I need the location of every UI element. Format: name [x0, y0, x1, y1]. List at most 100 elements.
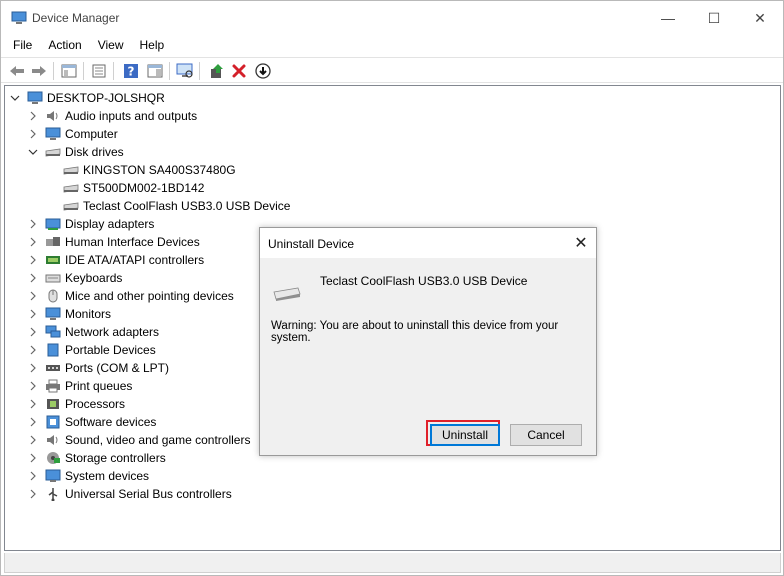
tree-device-label: Teclast CoolFlash USB3.0 USB Device: [83, 199, 291, 213]
tree-category-label: Print queues: [65, 379, 133, 393]
tree-category-row[interactable]: Keyboards: [27, 269, 122, 287]
dialog-close-button[interactable]: ✕: [566, 228, 596, 258]
chevron-right-icon[interactable]: [27, 254, 39, 266]
chevron-right-icon[interactable]: [27, 434, 39, 446]
tree-category-row[interactable]: Monitors: [27, 305, 111, 323]
chevron-right-icon[interactable]: [27, 488, 39, 500]
chevron-right-icon[interactable]: [27, 236, 39, 248]
tree-category-row[interactable]: Audio inputs and outputs: [27, 107, 197, 125]
chevron-right-icon[interactable]: [27, 380, 39, 392]
tree-category-label: System devices: [65, 469, 150, 483]
system-device-icon: [45, 469, 61, 483]
properties-button[interactable]: [89, 61, 109, 81]
chevron-right-icon[interactable]: [27, 110, 39, 122]
tree-category-row[interactable]: Human Interface Devices: [27, 233, 200, 251]
forward-button[interactable]: [29, 61, 49, 81]
chevron-right-icon[interactable]: [27, 218, 39, 230]
chevron-right-icon[interactable]: [27, 362, 39, 374]
drive-icon: [63, 163, 79, 177]
tree-category-row[interactable]: Portable Devices: [27, 341, 156, 359]
tree-device-row[interactable]: Teclast CoolFlash USB3.0 USB Device: [63, 197, 290, 215]
tree-device-label: ST500DM002-1BD142: [83, 181, 205, 195]
speaker-icon: [45, 109, 61, 123]
back-button[interactable]: [7, 61, 27, 81]
menu-action[interactable]: Action: [40, 35, 89, 55]
scan-hardware-icon: [176, 63, 193, 78]
tree-category-row[interactable]: Display adapters: [27, 215, 154, 233]
close-button[interactable]: ✕: [737, 1, 783, 35]
menu-help[interactable]: Help: [132, 35, 173, 55]
chevron-right-icon[interactable]: [27, 128, 39, 140]
tree-root[interactable]: DESKTOP-JOLSHQR: [9, 89, 165, 107]
close-icon: ✕: [574, 235, 588, 252]
tree-category-label: Keyboards: [65, 271, 123, 285]
toolbar-separator: [199, 62, 200, 80]
device-manager-window: Device Manager — ☐ ✕ File Action View He…: [0, 0, 784, 576]
menu-file[interactable]: File: [5, 35, 40, 55]
menu-view[interactable]: View: [90, 35, 132, 55]
tree-category-label: IDE ATA/ATAPI controllers: [65, 253, 205, 267]
tree-category-row[interactable]: Processors: [27, 395, 125, 413]
scan-hardware-button[interactable]: [175, 61, 195, 81]
minimize-button[interactable]: —: [645, 1, 691, 35]
menu-bar: File Action View Help: [1, 35, 783, 55]
usb-icon: [45, 487, 61, 501]
show-hide-icon: [61, 64, 77, 78]
maximize-button[interactable]: ☐: [691, 1, 737, 35]
maximize-icon: ☐: [707, 9, 721, 26]
chevron-right-icon[interactable]: [27, 326, 39, 338]
chevron-right-icon[interactable]: [27, 290, 39, 302]
toolbar: ?: [1, 57, 783, 83]
display-adapter-icon: [45, 217, 61, 231]
cancel-button[interactable]: Cancel: [510, 424, 582, 446]
tree-category-row[interactable]: IDE ATA/ATAPI controllers: [27, 251, 204, 269]
uninstall-device-dialog: Uninstall Device ✕ Teclast CoolFlash USB…: [259, 227, 597, 456]
tree-category-label: Human Interface Devices: [65, 235, 200, 249]
uninstall-button[interactable]: Uninstall: [430, 424, 500, 446]
tree-category-row[interactable]: Storage controllers: [27, 449, 166, 467]
chevron-right-icon[interactable]: [27, 416, 39, 428]
monitor-icon: [45, 127, 61, 141]
tree-device-row[interactable]: ST500DM002-1BD142: [63, 179, 204, 197]
status-bar: [4, 553, 781, 573]
tree-category-row[interactable]: Network adapters: [27, 323, 159, 341]
dialog-title: Uninstall Device: [268, 237, 355, 251]
action-pane-button[interactable]: [145, 61, 165, 81]
tree-category-row[interactable]: Computer: [27, 125, 118, 143]
chevron-right-icon[interactable]: [27, 470, 39, 482]
toolbar-separator: [169, 62, 170, 80]
drive-icon: [45, 145, 61, 159]
hid-icon: [45, 235, 61, 249]
forward-icon: [32, 66, 46, 76]
tree-category-row[interactable]: Software devices: [27, 413, 156, 431]
title-bar: Device Manager — ☐ ✕: [1, 1, 783, 35]
uninstall-device-button[interactable]: [229, 61, 249, 81]
chevron-right-icon[interactable]: [27, 398, 39, 410]
keyboard-icon: [45, 271, 61, 285]
chevron-right-icon[interactable]: [27, 452, 39, 464]
tree-category-row[interactable]: Sound, video and game controllers: [27, 431, 250, 449]
chevron-right-icon[interactable]: [27, 272, 39, 284]
tree-category-row[interactable]: Disk drives: [27, 143, 124, 161]
tree-category-row[interactable]: Ports (COM & LPT): [27, 359, 169, 377]
tree-category-row[interactable]: Print queues: [27, 377, 132, 395]
help-button[interactable]: ?: [121, 61, 141, 81]
update-driver-button[interactable]: [207, 61, 227, 81]
disable-device-button[interactable]: [253, 61, 273, 81]
chevron-right-icon[interactable]: [27, 308, 39, 320]
tree-category-row[interactable]: Mice and other pointing devices: [27, 287, 234, 305]
tree-category-label: Computer: [65, 127, 118, 141]
tree-category-label: Ports (COM & LPT): [65, 361, 170, 375]
tree-category-row[interactable]: System devices: [27, 467, 149, 485]
tree-category-label: Monitors: [65, 307, 112, 321]
tree-category-label: Network adapters: [65, 325, 160, 339]
drive-icon: [63, 181, 79, 195]
chevron-down-icon[interactable]: [27, 146, 39, 158]
tree-device-row[interactable]: KINGSTON SA400S37480G: [63, 161, 236, 179]
tree-category-row[interactable]: Universal Serial Bus controllers: [27, 485, 232, 503]
show-hide-console-tree-button[interactable]: [59, 61, 79, 81]
chevron-down-icon[interactable]: [9, 92, 21, 104]
tree-category-label: Universal Serial Bus controllers: [65, 487, 232, 501]
chevron-right-icon[interactable]: [27, 344, 39, 356]
drive-icon: [63, 199, 79, 213]
